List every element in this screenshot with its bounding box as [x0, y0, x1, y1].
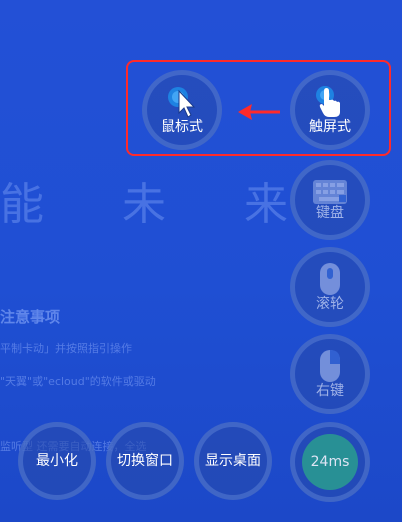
- mouse-mode-label: 鼠标式: [161, 119, 203, 135]
- show-desktop-label: 显示桌面: [205, 453, 261, 469]
- switch-window-button[interactable]: 切换窗口: [106, 422, 184, 500]
- switch-window-label: 切换窗口: [117, 453, 173, 469]
- keyboard-icon: [313, 180, 347, 204]
- mouse-scroll-icon: [320, 263, 340, 295]
- minimize-label: 最小化: [36, 453, 78, 469]
- mouse-pointer-icon: [168, 87, 196, 118]
- background-subtitle: 注意事项: [0, 308, 61, 326]
- latency-value: 24ms: [310, 454, 350, 470]
- scroll-wheel-button[interactable]: 滚轮: [290, 247, 370, 327]
- background-line: "天翼"或"ecloud"的软件或驱动: [0, 375, 156, 388]
- keyboard-button[interactable]: 键盘: [290, 160, 370, 240]
- touch-hand-icon: [316, 86, 340, 117]
- right-click-label: 右键: [316, 383, 344, 399]
- mouse-mode-button[interactable]: 鼠标式: [142, 70, 222, 150]
- minimize-button[interactable]: 最小化: [18, 422, 96, 500]
- touch-mode-button[interactable]: 触屏式: [290, 70, 370, 150]
- right-click-button[interactable]: 右键: [290, 334, 370, 414]
- keyboard-label: 键盘: [316, 205, 344, 221]
- latency-indicator: 24ms: [290, 422, 370, 502]
- latency-badge: 24ms: [302, 434, 358, 490]
- touch-mode-label: 触屏式: [309, 119, 351, 135]
- background-heading: 能 未 来: [0, 179, 320, 230]
- show-desktop-button[interactable]: 显示桌面: [194, 422, 272, 500]
- scroll-wheel-label: 滚轮: [316, 296, 344, 312]
- mouse-right-button-icon: [320, 350, 340, 382]
- arrow-left-icon: [238, 104, 280, 120]
- background-line: 平制卡动」并按照指引操作: [0, 342, 132, 355]
